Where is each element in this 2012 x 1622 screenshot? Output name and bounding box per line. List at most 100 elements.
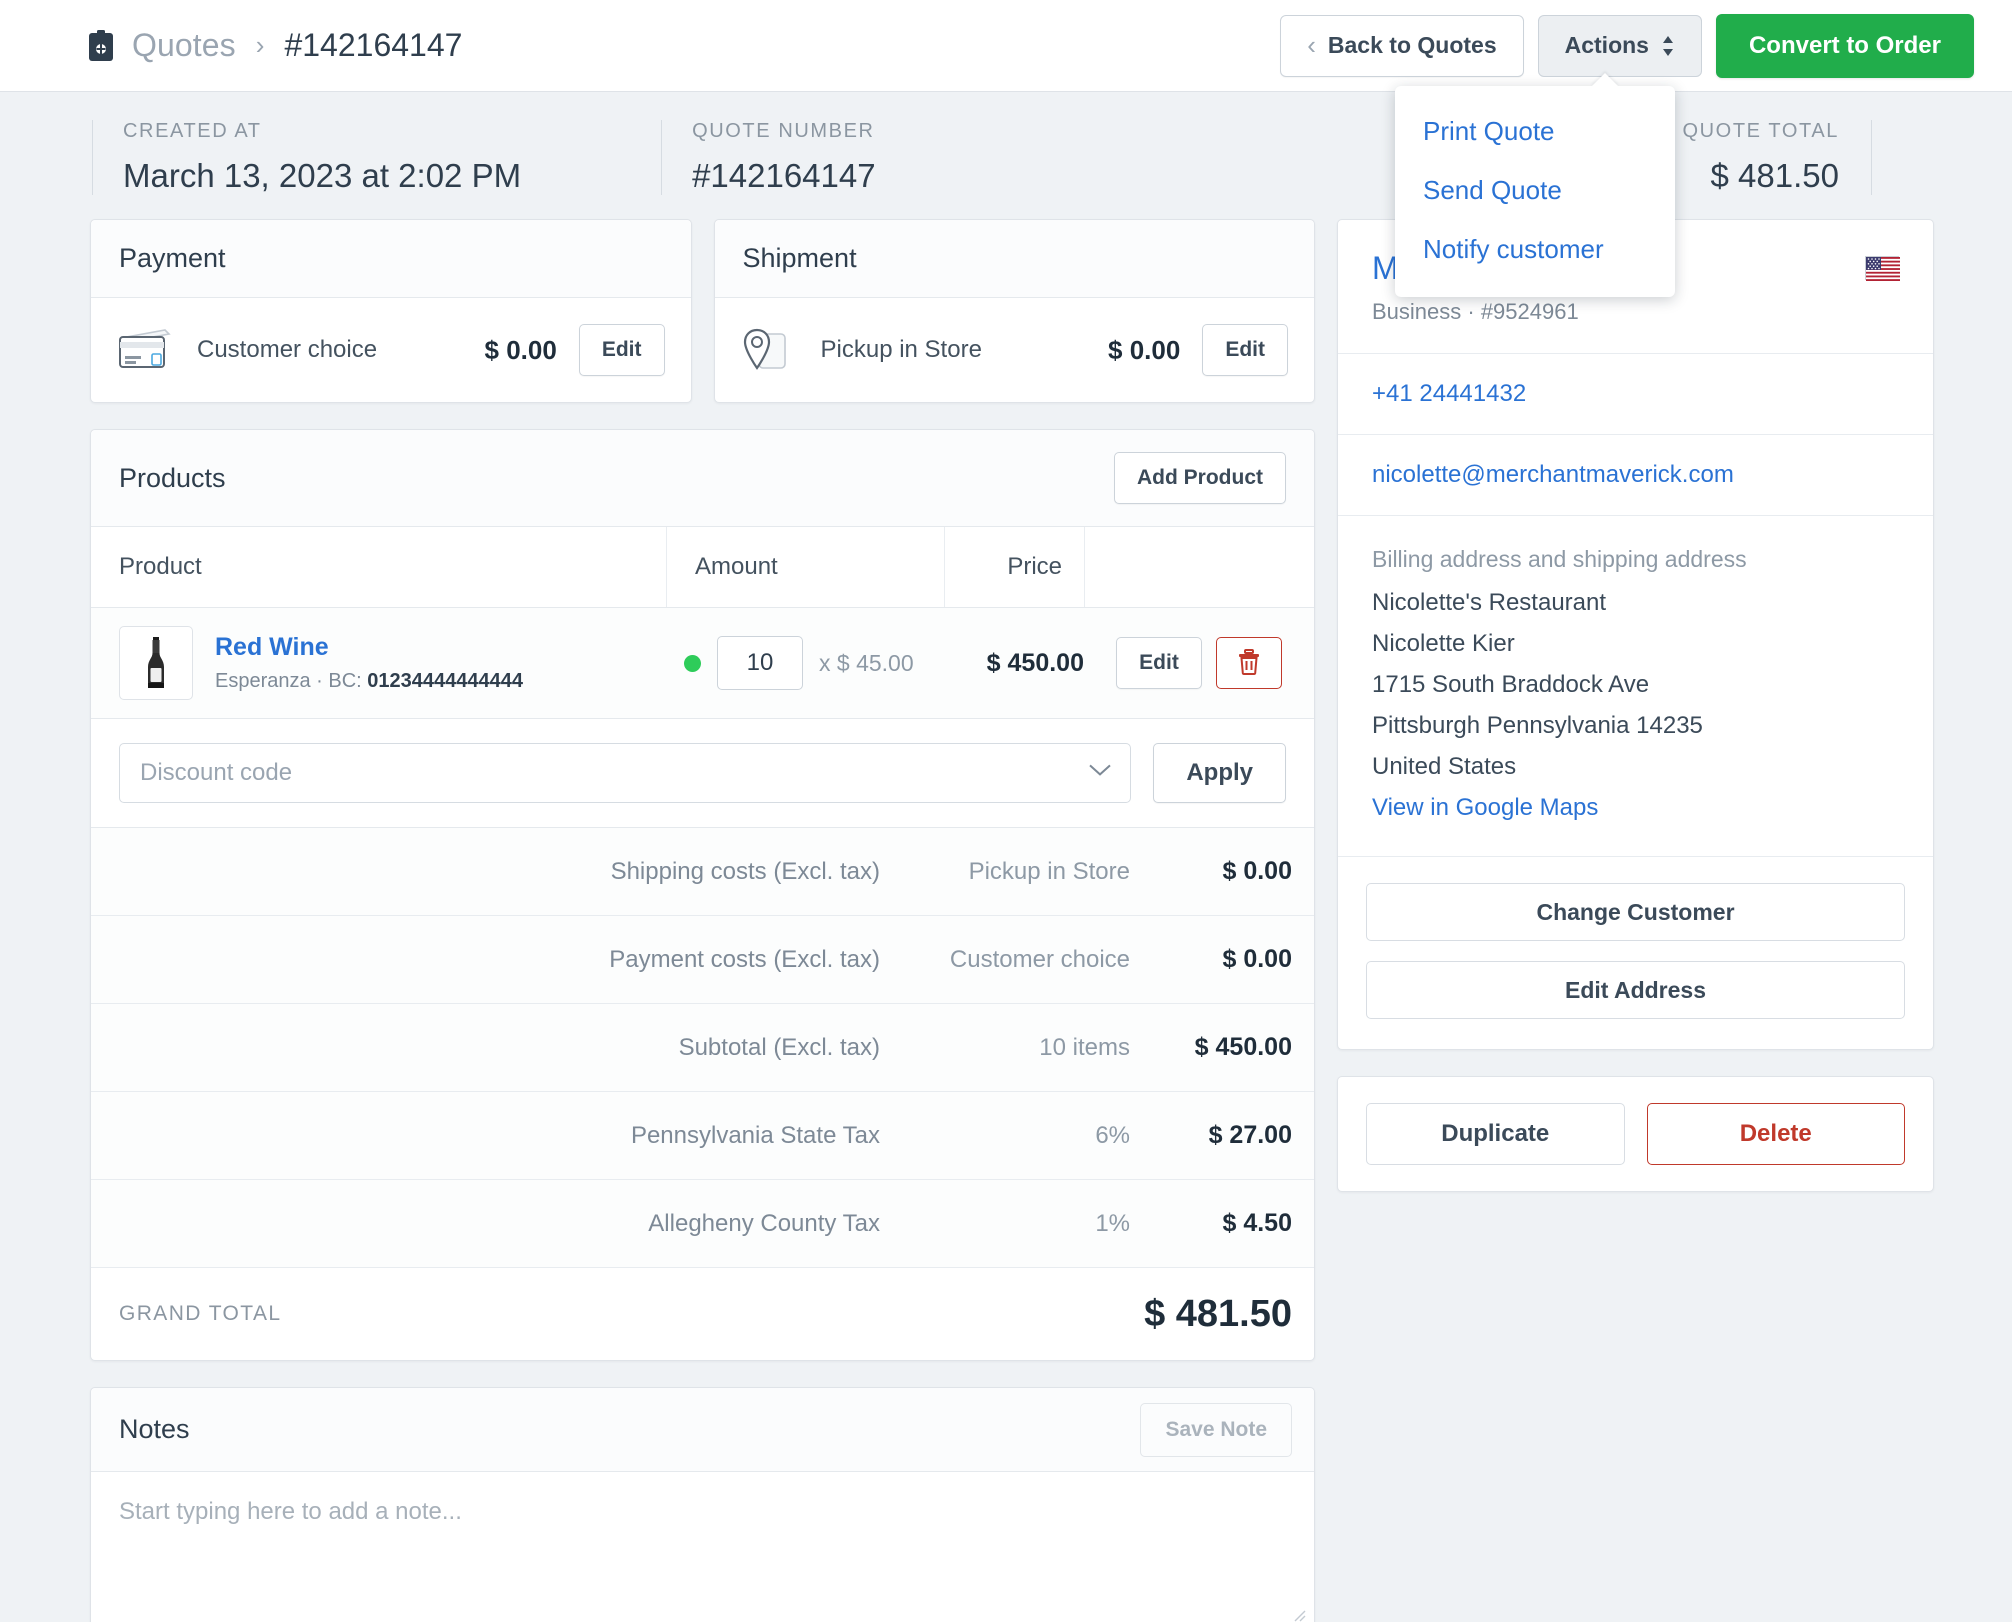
us-flag-icon — [1865, 256, 1900, 281]
apply-discount-button[interactable]: Apply — [1153, 743, 1286, 803]
trash-icon — [1236, 648, 1262, 679]
total-row-county-tax: Allegheny County Tax 1% $ 4.50 — [91, 1180, 1314, 1268]
actions-label: Actions — [1564, 32, 1649, 58]
product-delete-button[interactable] — [1215, 637, 1282, 689]
total-value: $ 27.00 — [1208, 1121, 1292, 1149]
grand-total-value: $ 481.50 — [1144, 1292, 1292, 1335]
notes-title: Notes — [119, 1414, 190, 1444]
total-meta: Customer choice — [949, 945, 1130, 973]
grand-total-row: GRAND TOTAL $ 481.50 — [91, 1268, 1314, 1360]
table-row: Red Wine Esperanza · BC: 01234444444444 … — [91, 608, 1314, 719]
payment-card-header: Payment — [91, 220, 691, 298]
column-header-product: Product — [119, 553, 202, 580]
total-row-payment: Payment costs (Excl. tax) Customer choic… — [91, 916, 1314, 1004]
quantity-input[interactable] — [717, 636, 803, 690]
line-total: $ 450.00 — [986, 648, 1084, 677]
total-value: $ 450.00 — [1194, 1033, 1292, 1061]
edit-address-button[interactable]: Edit Address — [1366, 961, 1905, 1019]
notes-card-header: Notes Save Note — [91, 1388, 1314, 1472]
top-bar-actions: ‹ Back to Quotes Actions Convert to Orde… — [1280, 13, 1974, 78]
total-meta: 1% — [1095, 1209, 1130, 1237]
address-label: Billing address and shipping address — [1372, 546, 1747, 572]
breadcrumb-separator: › — [255, 30, 265, 60]
product-brand: Esperanza · BC: — [215, 670, 368, 692]
total-label: Subtotal (Excl. tax) — [678, 1033, 880, 1061]
danger-actions: Duplicate Delete — [1338, 1077, 1933, 1191]
product-name-link[interactable]: Red Wine — [215, 633, 523, 662]
unit-price-label: x $ 45.00 — [819, 649, 914, 676]
left-column: Payment Customer choice $ 0.00 Edit Ship… — [90, 219, 1315, 1622]
discount-row: Apply — [91, 719, 1314, 828]
customer-card: Mrs. Nicolette Kier Business · #9524961 — [1337, 219, 1934, 1050]
customer-meta: Business · #9524961 — [1372, 299, 1579, 324]
products-title: Products — [119, 462, 226, 493]
customer-phone-link[interactable]: +41 24441432 — [1338, 354, 1933, 435]
convert-to-order-button[interactable]: Convert to Order — [1715, 13, 1974, 78]
total-label: Pennsylvania State Tax — [630, 1121, 880, 1149]
menu-item-notify-customer[interactable]: Notify customer — [1395, 220, 1675, 279]
total-value: $ 0.00 — [1222, 945, 1292, 973]
shipment-card-header: Shipment — [714, 220, 1314, 298]
customer-actions: Change Customer Edit Address — [1338, 857, 1933, 1049]
save-note-button[interactable]: Save Note — [1140, 1402, 1292, 1457]
total-label: Allegheny County Tax — [648, 1209, 880, 1237]
product-barcode: 01234444444444 — [367, 670, 524, 692]
payment-shipment-row: Payment Customer choice $ 0.00 Edit Ship… — [90, 219, 1315, 429]
column-header-amount: Amount — [666, 527, 944, 607]
breadcrumb-current: #142164147 — [284, 27, 463, 63]
menu-item-send-quote[interactable]: Send Quote — [1395, 161, 1675, 220]
shipment-edit-button[interactable]: Edit — [1202, 324, 1288, 376]
stat-created-at-value: March 13, 2023 at 2:02 PM — [123, 157, 522, 194]
customer-email-link[interactable]: nicolette@merchantmaverick.com — [1338, 435, 1933, 516]
stat-quote-number: QUOTE NUMBER #142164147 — [661, 120, 961, 195]
right-column: Mrs. Nicolette Kier Business · #9524961 — [1337, 219, 1934, 1218]
top-bar: Quotes › #142164147 ‹ Back to Quotes Act… — [0, 0, 2012, 92]
total-label: Shipping costs (Excl. tax) — [610, 857, 880, 885]
add-product-button[interactable]: Add Product — [1114, 452, 1286, 504]
column-header-actions — [1084, 527, 1314, 607]
duplicate-button[interactable]: Duplicate — [1366, 1103, 1625, 1165]
breadcrumb-link-quotes[interactable]: Quotes — [132, 27, 236, 64]
total-value: $ 0.00 — [1222, 857, 1292, 885]
stat-created-at-label: CREATED AT — [123, 120, 262, 142]
view-in-google-maps-link[interactable]: View in Google Maps — [1372, 794, 1899, 822]
products-card: Products Add Product Product Amount Pric… — [90, 429, 1315, 1361]
product-info: Red Wine Esperanza · BC: 01234444444444 — [215, 633, 523, 693]
shipment-title: Shipment — [742, 243, 857, 273]
payment-title: Payment — [119, 243, 226, 273]
back-to-quotes-button[interactable]: ‹ Back to Quotes — [1280, 14, 1524, 77]
address-line: 1715 South Braddock Ave — [1372, 671, 1650, 698]
clipboard-icon — [88, 29, 114, 62]
chevron-updown-icon — [1661, 34, 1675, 58]
total-label: Payment costs (Excl. tax) — [609, 945, 880, 973]
amount-cell: x $ 45.00 — [666, 618, 944, 708]
payment-method-label: Customer choice — [197, 336, 378, 363]
customer-address-block: Billing address and shipping address Nic… — [1338, 516, 1933, 857]
notes-textarea[interactable] — [91, 1472, 1314, 1622]
product-edit-button[interactable]: Edit — [1116, 637, 1202, 689]
product-cell: Red Wine Esperanza · BC: 01234444444444 — [91, 608, 666, 718]
products-table-header: Product Amount Price — [91, 527, 1314, 608]
content-area: Payment Customer choice $ 0.00 Edit Ship… — [0, 219, 2012, 1622]
change-customer-button[interactable]: Change Customer — [1366, 883, 1905, 941]
stock-status-dot-icon — [684, 654, 701, 672]
convert-to-order-label: Convert to Order — [1748, 31, 1941, 59]
payment-edit-button[interactable]: Edit — [578, 324, 665, 376]
total-meta: 6% — [1095, 1121, 1130, 1149]
grand-total-label: GRAND TOTAL — [119, 1302, 282, 1325]
payment-amount: $ 0.00 — [484, 334, 557, 365]
column-header-price: Price — [944, 527, 1084, 607]
quote-detail-page: Quotes › #142164147 ‹ Back to Quotes Act… — [0, 0, 2012, 1622]
resize-handle[interactable] — [1290, 1606, 1306, 1622]
actions-dropdown-button[interactable]: Actions — [1537, 14, 1702, 77]
address-line: Pittsburgh Pennsylvania 14235 — [1372, 712, 1703, 739]
total-meta: 10 items — [1039, 1033, 1130, 1061]
delete-button[interactable]: Delete — [1646, 1103, 1905, 1165]
discount-select-wrap — [119, 743, 1132, 803]
discount-code-input[interactable] — [119, 743, 1132, 803]
notes-card: Notes Save Note — [90, 1387, 1315, 1622]
wine-bottle-icon — [119, 626, 193, 700]
menu-item-print-quote[interactable]: Print Quote — [1395, 102, 1675, 161]
total-value: $ 4.50 — [1222, 1209, 1292, 1237]
shipment-body: Pickup in Store $ 0.00 Edit — [715, 298, 1315, 402]
